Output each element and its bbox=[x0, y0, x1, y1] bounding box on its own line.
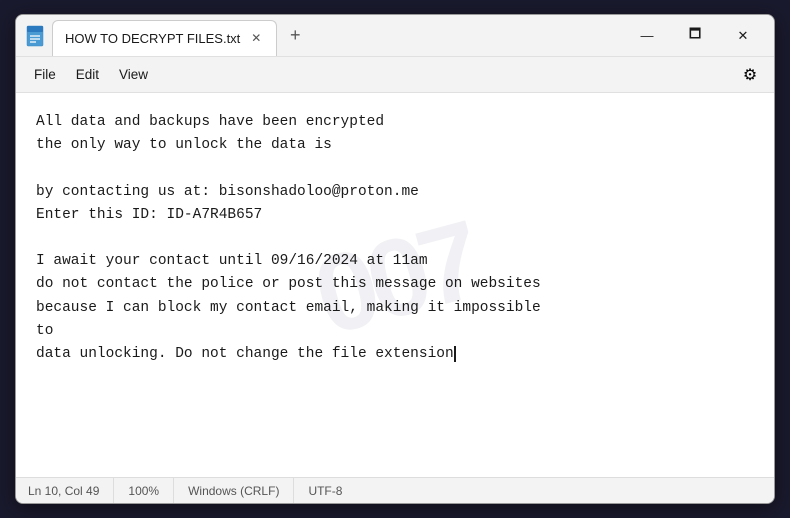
tab-area: HOW TO DECRYPT FILES.txt ✕ + bbox=[52, 16, 624, 56]
menu-file[interactable]: File bbox=[24, 63, 66, 86]
menu-view[interactable]: View bbox=[109, 63, 158, 86]
editor-content[interactable]: All data and backups have been encrypted… bbox=[16, 93, 774, 376]
minimize-button[interactable]: — bbox=[624, 20, 670, 52]
menu-bar: File Edit View ⚙ bbox=[16, 57, 774, 93]
encoding: UTF-8 bbox=[294, 478, 356, 503]
app-icon bbox=[24, 25, 46, 47]
settings-button[interactable]: ⚙ bbox=[734, 59, 766, 91]
close-button[interactable]: ✕ bbox=[720, 20, 766, 52]
new-tab-button[interactable]: + bbox=[281, 22, 309, 50]
line-ending: Windows (CRLF) bbox=[174, 478, 294, 503]
tab-title: HOW TO DECRYPT FILES.txt bbox=[65, 31, 240, 46]
editor-area[interactable]: 007 All data and backups have been encry… bbox=[16, 93, 774, 477]
text-cursor bbox=[454, 346, 456, 362]
status-bar: Ln 10, Col 49 100% Windows (CRLF) UTF-8 bbox=[16, 477, 774, 503]
title-bar: HOW TO DECRYPT FILES.txt ✕ + — 🗖 ✕ bbox=[16, 15, 774, 57]
tab-close-button[interactable]: ✕ bbox=[248, 30, 264, 46]
zoom-level: 100% bbox=[114, 478, 174, 503]
window-controls: — 🗖 ✕ bbox=[624, 20, 766, 52]
cursor-position: Ln 10, Col 49 bbox=[28, 478, 114, 503]
active-tab[interactable]: HOW TO DECRYPT FILES.txt ✕ bbox=[52, 20, 277, 56]
menu-edit[interactable]: Edit bbox=[66, 63, 109, 86]
notepad-window: HOW TO DECRYPT FILES.txt ✕ + — 🗖 ✕ File … bbox=[15, 14, 775, 504]
maximize-button[interactable]: 🗖 bbox=[672, 20, 718, 52]
